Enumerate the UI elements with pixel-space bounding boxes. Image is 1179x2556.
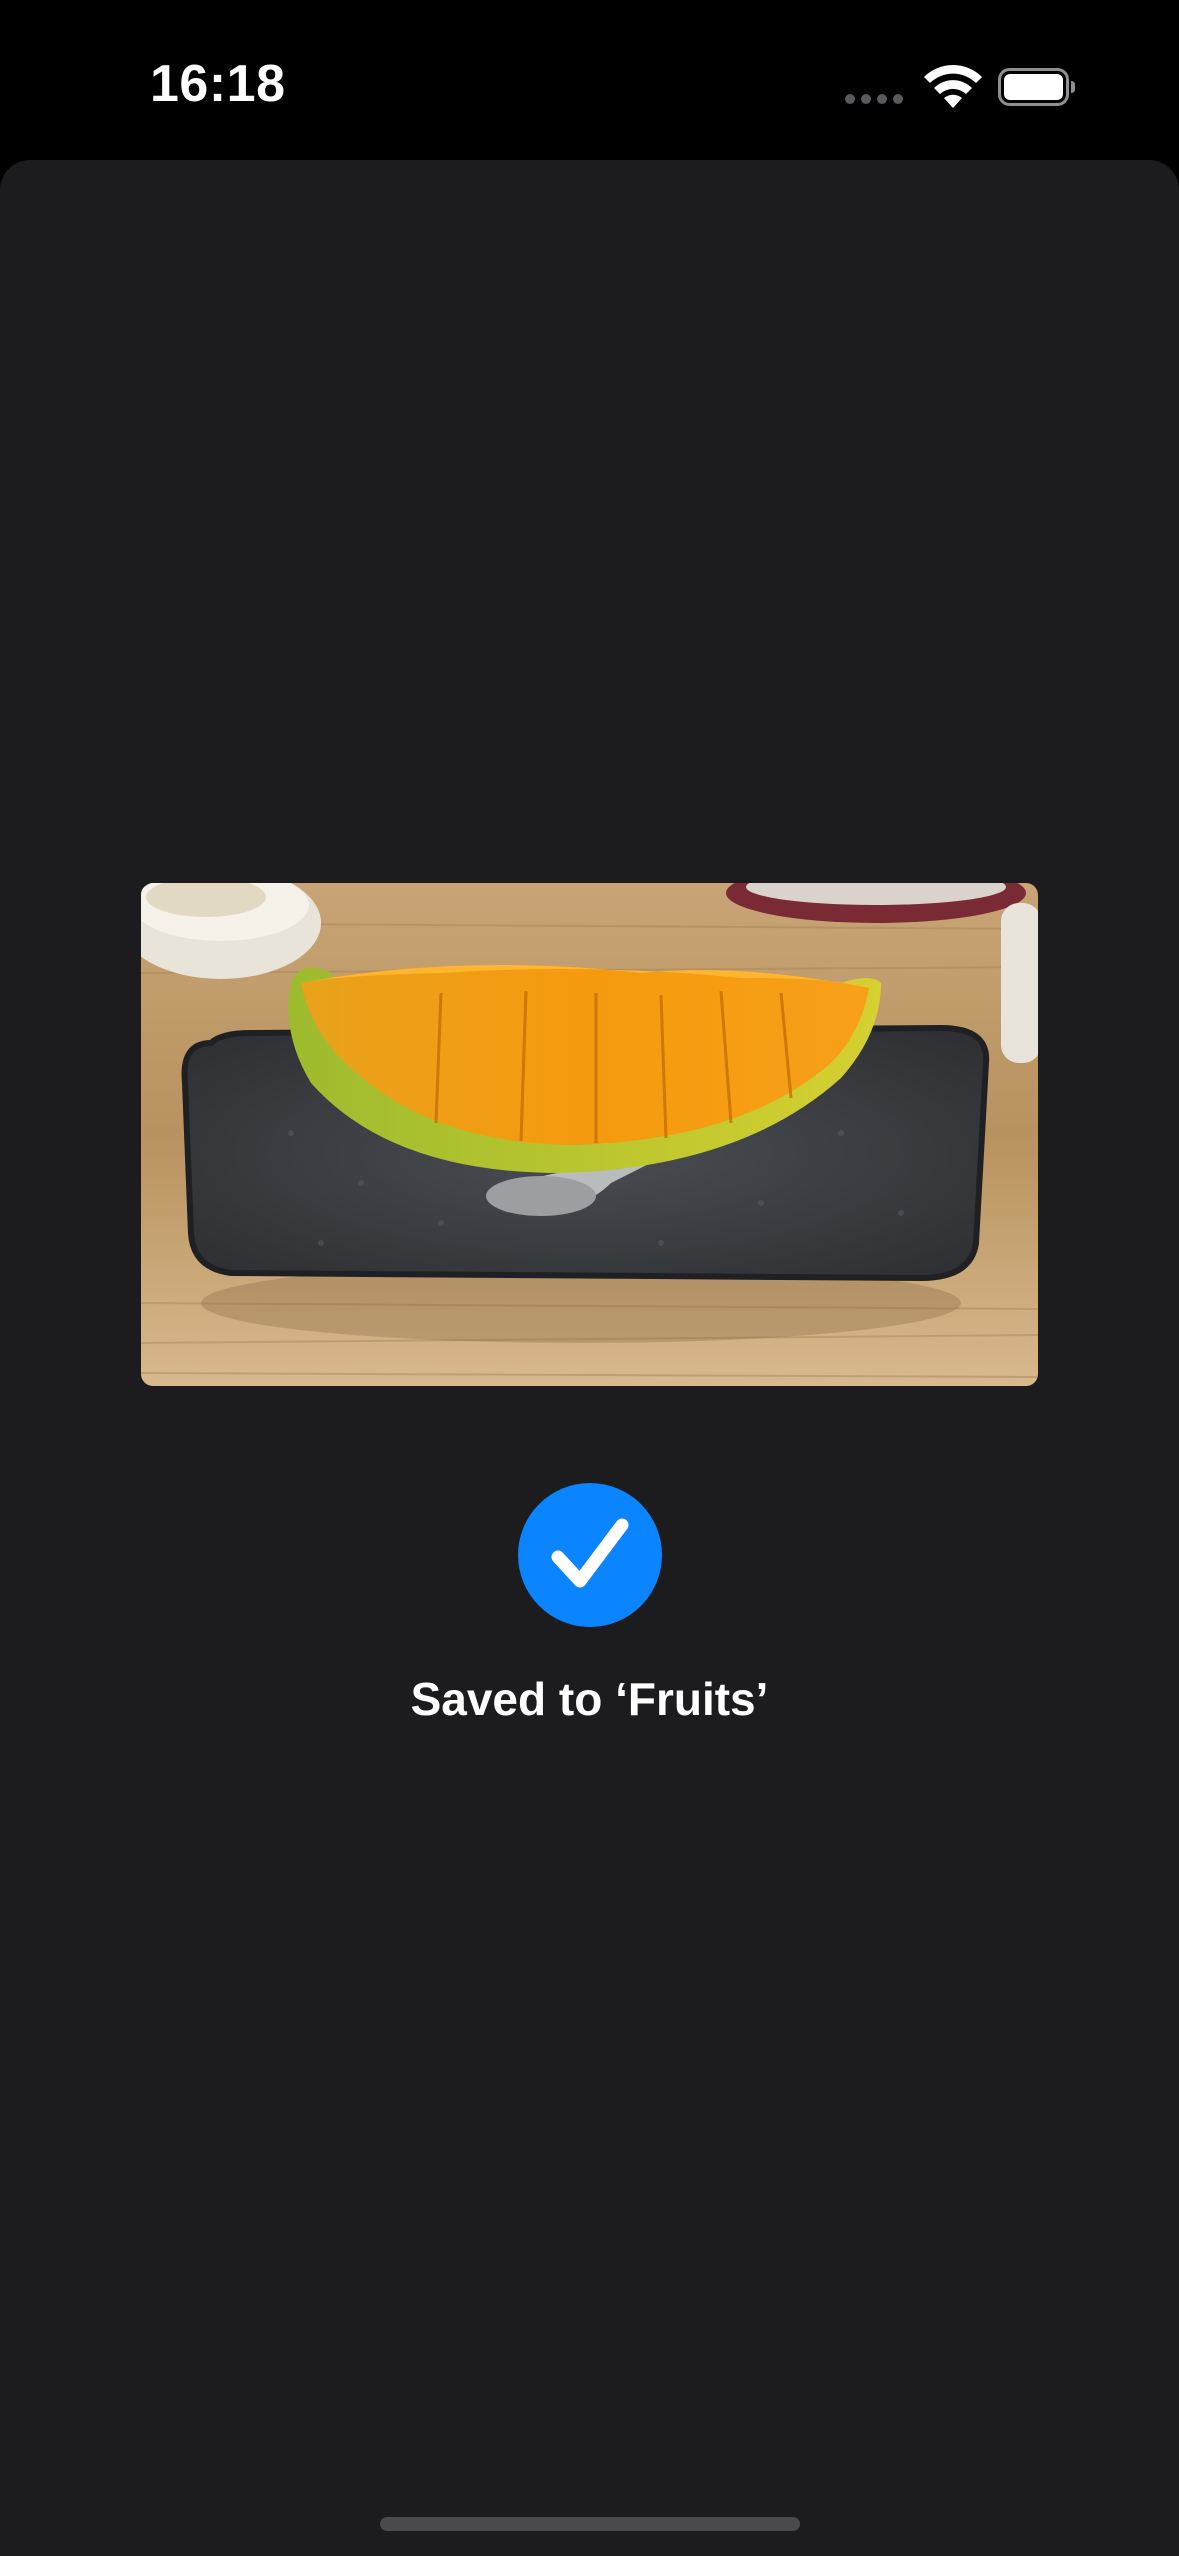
status-time: 16:18: [150, 55, 286, 113]
battery-icon: [998, 68, 1076, 106]
wifi-icon: [924, 64, 982, 108]
status-bar: 16:18: [0, 0, 1179, 160]
checkmark-icon: [518, 1483, 662, 1627]
melon-slice-photo: [141, 883, 1038, 1386]
cellular-signal-icon: [845, 94, 905, 106]
dynamic-island: [404, 38, 774, 146]
saved-confirmation-label: Saved to ‘Fruits’: [410, 1673, 769, 1725]
home-indicator[interactable]: [380, 2517, 800, 2531]
